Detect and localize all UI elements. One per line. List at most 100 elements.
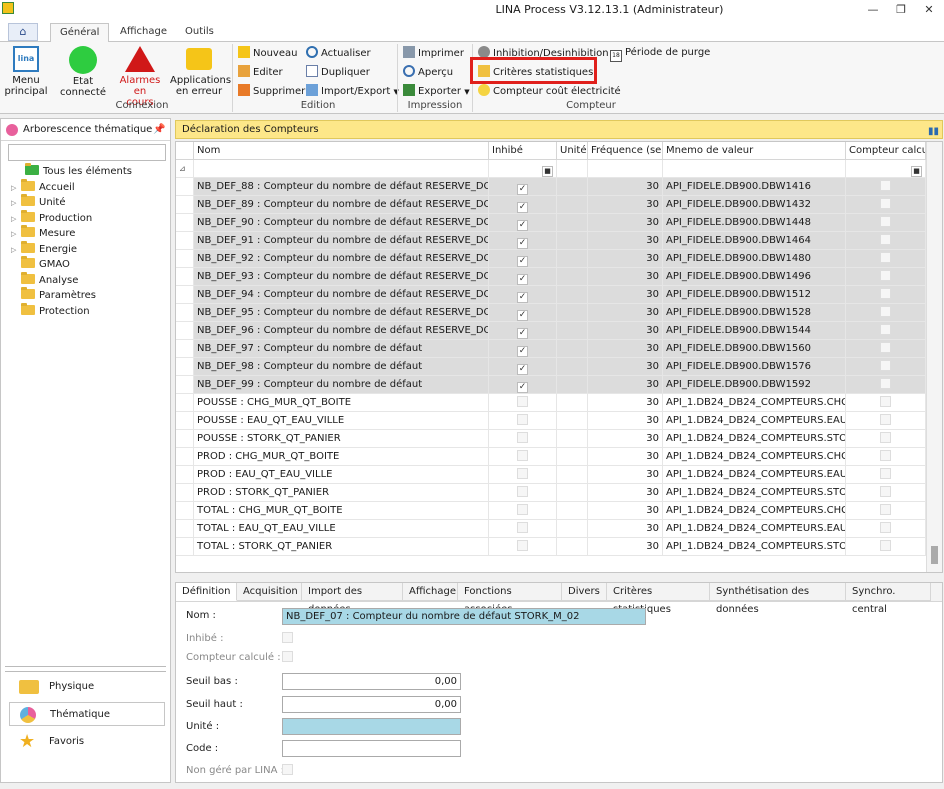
checkbox[interactable]: ✓ (517, 274, 528, 285)
detail-tab[interactable]: Définition (176, 583, 237, 601)
table-cell-calcule[interactable] (846, 394, 926, 412)
checkbox[interactable] (880, 504, 891, 515)
checkbox[interactable]: ✓ (517, 292, 528, 303)
table-cell-inhibe[interactable] (489, 538, 557, 556)
table-cell-unite[interactable] (557, 484, 588, 502)
dupliquer-button[interactable]: Dupliquer (306, 65, 370, 79)
criteres-statistiques-button[interactable]: Critères statistiques (478, 65, 593, 79)
table-cell-inhibe[interactable]: ✓ (489, 178, 557, 196)
table-cell-frequence[interactable]: 30 (588, 520, 663, 538)
filter-checkbox[interactable]: ■ (542, 166, 553, 177)
column-header[interactable]: Nom (194, 142, 489, 160)
row-indicator[interactable] (176, 430, 194, 448)
table-cell-unite[interactable] (557, 304, 588, 322)
table-cell-frequence[interactable]: 30 (588, 214, 663, 232)
table-cell-inhibe[interactable]: ✓ (489, 322, 557, 340)
table-cell-inhibe[interactable]: ✓ (489, 376, 557, 394)
table-cell-unite[interactable] (557, 430, 588, 448)
table-cell-nom[interactable]: POUSSE : CHG_MUR_QT_BOITE (194, 394, 489, 412)
table-cell-mnemo[interactable]: API_1.DB24_DB24_COMPTEURS.CHG... (663, 448, 846, 466)
row-indicator[interactable] (176, 214, 194, 232)
table-cell-inhibe[interactable]: ✓ (489, 250, 557, 268)
table-cell-unite[interactable] (557, 358, 588, 376)
table-cell-inhibe[interactable]: ✓ (489, 268, 557, 286)
table-cell-mnemo[interactable]: API_FIDELE.DB900.DBW1544 (663, 322, 846, 340)
table-cell-inhibe[interactable]: ✓ (489, 358, 557, 376)
tree-item[interactable]: Tous les éléments (25, 163, 132, 179)
row-indicator[interactable] (176, 268, 194, 286)
table-cell-inhibe[interactable] (489, 394, 557, 412)
filter-icon[interactable]: ⊿ (176, 160, 194, 178)
table-cell-calcule[interactable] (846, 358, 926, 376)
table-cell-nom[interactable]: TOTAL : STORK_QT_PANIER (194, 538, 489, 556)
checkbox[interactable]: ✓ (517, 202, 528, 213)
detail-tab[interactable]: Synthétisation des données (710, 583, 846, 615)
row-indicator[interactable] (176, 322, 194, 340)
table-cell-mnemo[interactable]: API_FIDELE.DB900.DBW1496 (663, 268, 846, 286)
nav-thematique[interactable]: Thématique (9, 702, 165, 726)
table-cell-inhibe[interactable]: ✓ (489, 340, 557, 358)
checkbox[interactable] (880, 216, 891, 227)
expand-arrow-icon[interactable]: ▷ (11, 181, 21, 196)
filter-checkbox[interactable]: ■ (911, 166, 922, 177)
table-cell-unite[interactable] (557, 178, 588, 196)
expand-arrow-icon[interactable]: ▷ (11, 227, 21, 242)
table-cell-calcule[interactable] (846, 196, 926, 214)
table-cell-calcule[interactable] (846, 484, 926, 502)
table-cell-unite[interactable] (557, 538, 588, 556)
import-export-button[interactable]: Import/Export ▼ (306, 84, 399, 99)
checkbox[interactable] (880, 342, 891, 353)
checkbox[interactable] (880, 522, 891, 533)
row-indicator[interactable] (176, 286, 194, 304)
table-cell-nom[interactable]: PROD : CHG_MUR_QT_BOITE (194, 448, 489, 466)
row-indicator[interactable] (176, 304, 194, 322)
table-cell-frequence[interactable]: 30 (588, 412, 663, 430)
table-cell-mnemo[interactable]: API_FIDELE.DB900.DBW1592 (663, 376, 846, 394)
table-cell-frequence[interactable]: 30 (588, 376, 663, 394)
minimize-icon[interactable]: — (862, 2, 884, 18)
checkbox[interactable] (517, 522, 528, 533)
filter-cell[interactable] (588, 160, 663, 178)
menu-principal-button[interactable]: lina Menu principal (4, 46, 48, 97)
detail-tab[interactable]: Divers (562, 583, 607, 601)
checkbox[interactable] (880, 234, 891, 245)
table-cell-frequence[interactable]: 30 (588, 196, 663, 214)
supprimer-button[interactable]: Supprimer (238, 84, 305, 98)
table-cell-nom[interactable]: NB_DEF_99 : Compteur du nombre de défaut (194, 376, 489, 394)
table-cell-mnemo[interactable]: API_1.DB24_DB24_COMPTEURS.EAU_... (663, 520, 846, 538)
column-header[interactable]: Fréquence (sec) (588, 142, 663, 160)
row-indicator[interactable] (176, 358, 194, 376)
table-cell-mnemo[interactable]: API_FIDELE.DB900.DBW1560 (663, 340, 846, 358)
table-cell-calcule[interactable] (846, 322, 926, 340)
table-cell-calcule[interactable] (846, 250, 926, 268)
periode-purge-button[interactable]: 18 Période de purge (610, 46, 710, 62)
checkbox[interactable] (517, 540, 528, 551)
checkbox[interactable] (880, 360, 891, 371)
table-cell-nom[interactable]: NB_DEF_94 : Compteur du nombre de défaut… (194, 286, 489, 304)
table-cell-calcule[interactable] (846, 520, 926, 538)
checkbox[interactable] (880, 270, 891, 281)
table-cell-mnemo[interactable]: API_1.DB24_DB24_COMPTEURS.STOR... (663, 430, 846, 448)
table-cell-mnemo[interactable]: API_1.DB24_DB24_COMPTEURS.CHG... (663, 502, 846, 520)
table-cell-nom[interactable]: TOTAL : EAU_QT_EAU_VILLE (194, 520, 489, 538)
table-cell-calcule[interactable] (846, 340, 926, 358)
row-indicator[interactable] (176, 538, 194, 556)
table-cell-frequence[interactable]: 30 (588, 286, 663, 304)
table-cell-unite[interactable] (557, 196, 588, 214)
table-cell-unite[interactable] (557, 250, 588, 268)
table-cell-inhibe[interactable] (489, 412, 557, 430)
table-cell-mnemo[interactable]: API_FIDELE.DB900.DBW1448 (663, 214, 846, 232)
table-cell-nom[interactable]: NB_DEF_88 : Compteur du nombre de défaut… (194, 178, 489, 196)
unite-field[interactable] (282, 718, 461, 735)
row-indicator[interactable] (176, 466, 194, 484)
detail-tab[interactable]: Critères statistiques (607, 583, 710, 615)
table-cell-unite[interactable] (557, 214, 588, 232)
table-cell-mnemo[interactable]: API_1.DB24_DB24_COMPTEURS.STOR... (663, 484, 846, 502)
checkbox[interactable] (880, 432, 891, 443)
row-indicator[interactable] (176, 196, 194, 214)
checkbox[interactable]: ✓ (517, 328, 528, 339)
tree-item[interactable]: Paramètres (11, 287, 96, 303)
checkbox[interactable] (880, 252, 891, 263)
checkbox[interactable] (517, 468, 528, 479)
row-indicator[interactable] (176, 394, 194, 412)
